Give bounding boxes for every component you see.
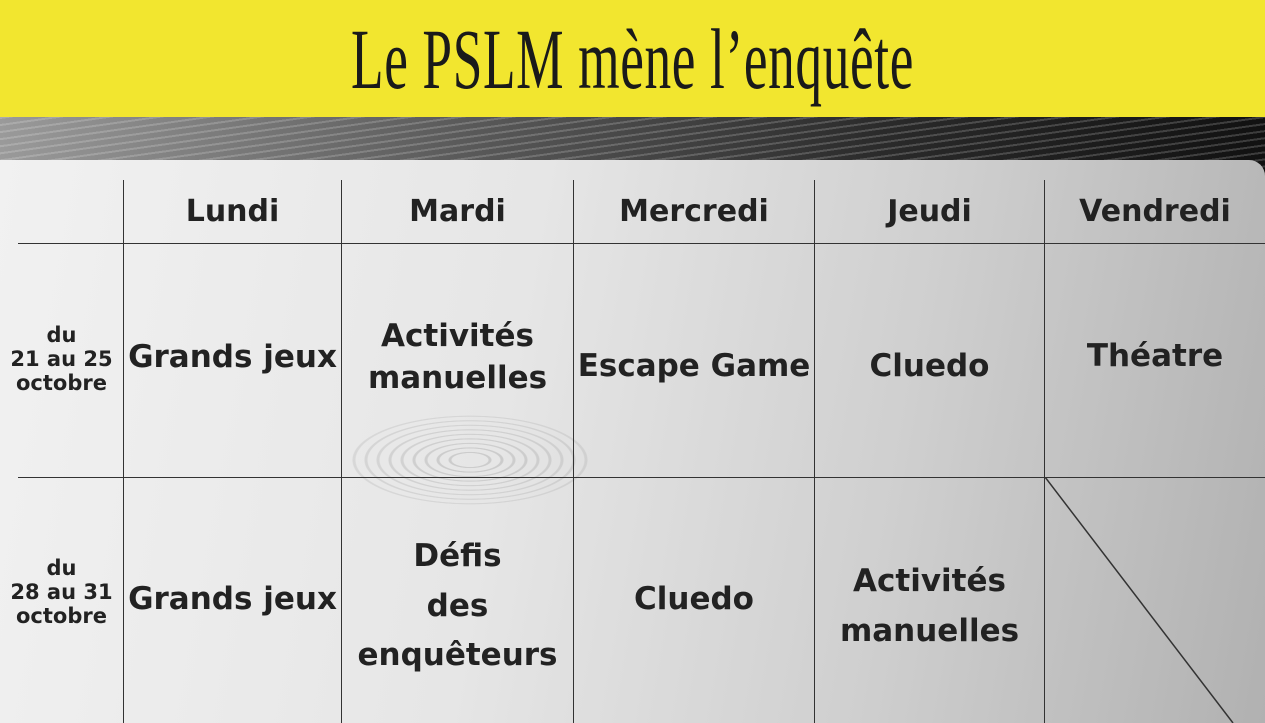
header-day: Mardi xyxy=(409,194,506,229)
page-title: Le PSLM mène l’enquête xyxy=(351,10,914,107)
activity-cell: Théatre xyxy=(1086,338,1224,375)
activity-cell: Cluedo xyxy=(634,581,754,618)
activity-cell: Défis des enquêteurs xyxy=(357,538,558,674)
activity-cell: Escape Game xyxy=(577,348,811,385)
activity-cell: Activités manuelles xyxy=(839,562,1020,649)
header-day: Vendredi xyxy=(1079,194,1231,229)
empty-cell-strike xyxy=(1045,477,1234,723)
row-date: du 28 au 31 octobre xyxy=(10,555,113,629)
activity-cell: Activités manuelles xyxy=(367,317,548,396)
activity-cell: Grands jeux xyxy=(128,339,337,376)
activity-cell: Grands jeux xyxy=(128,581,337,618)
row-date: du 21 au 25 octobre xyxy=(10,322,113,396)
header-day: Jeudi xyxy=(887,194,972,229)
header-day: Lundi xyxy=(185,194,280,229)
header-day: Mercredi xyxy=(619,194,769,229)
activity-cell: Cluedo xyxy=(869,348,990,385)
